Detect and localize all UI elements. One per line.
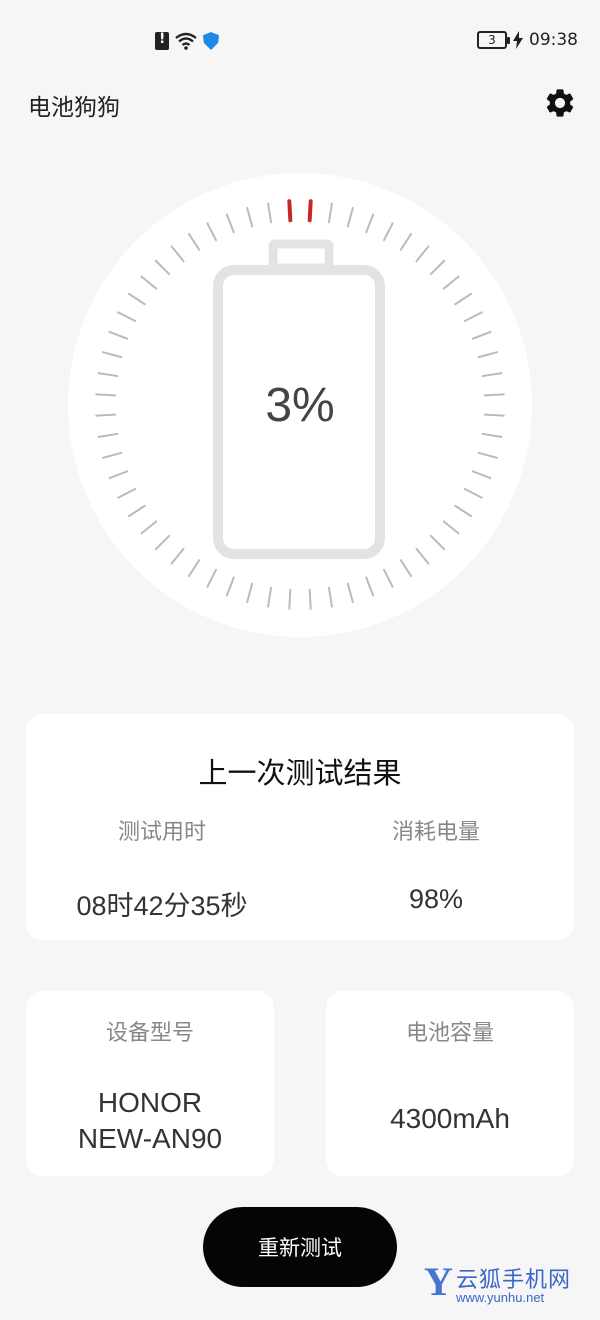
- shield-icon: [203, 32, 219, 50]
- sim-alert-icon: [155, 31, 169, 50]
- wifi-icon: [175, 32, 197, 50]
- test-duration-label: 测试用时: [117, 820, 206, 845]
- battery-capacity-card: 电池容量 4300mAh: [326, 991, 574, 1176]
- device-model-line1: HONOR: [97, 1087, 203, 1118]
- battery-icon: 3: [477, 31, 510, 49]
- consumed-charge-value: 98%: [408, 884, 464, 914]
- watermark-url: www.yunhu.net: [456, 1290, 545, 1305]
- battery-capacity-value: 4300mAh: [390, 1103, 510, 1134]
- battery-level-text: 3: [488, 33, 496, 47]
- last-result-title: 上一次测试结果: [198, 756, 402, 790]
- consumed-charge-stat: 消耗电量 98%: [326, 814, 546, 915]
- test-duration-stat: 测试用时 08时42分35秒: [52, 814, 272, 923]
- device-model-value: HONOR NEW-AN90: [26, 1085, 274, 1157]
- watermark-y-logo: Y: [424, 1259, 453, 1304]
- watermark-logo: Y 云狐手机网 www.yunhu.net: [424, 1258, 594, 1314]
- last-result-card: 上一次测试结果 测试用时 08时42分35秒 消耗电量 98%: [26, 714, 574, 940]
- battery-percent: 3%: [265, 378, 335, 432]
- device-model-line2: NEW-AN90: [77, 1123, 223, 1154]
- status-bar: 3 09:38: [0, 0, 600, 80]
- battery-gauge: 3%: [68, 173, 532, 637]
- device-model-card: 设备型号 HONOR NEW-AN90: [26, 991, 274, 1176]
- status-icons-left: [155, 31, 219, 50]
- gear-icon: [546, 89, 574, 117]
- device-model-label: 设备型号: [105, 1021, 194, 1046]
- test-duration-value: 08时42分35秒: [76, 891, 248, 921]
- app-title: 电池狗狗: [28, 95, 120, 121]
- battery-capacity-label: 电池容量: [405, 1021, 494, 1046]
- settings-button[interactable]: [542, 85, 578, 121]
- charging-bolt-icon: [513, 31, 523, 49]
- consumed-charge-label: 消耗电量: [391, 820, 480, 845]
- retest-button[interactable]: 重新测试: [203, 1207, 397, 1287]
- status-icons-right: 3 09:38: [477, 30, 578, 50]
- status-time: 09:38: [529, 30, 578, 50]
